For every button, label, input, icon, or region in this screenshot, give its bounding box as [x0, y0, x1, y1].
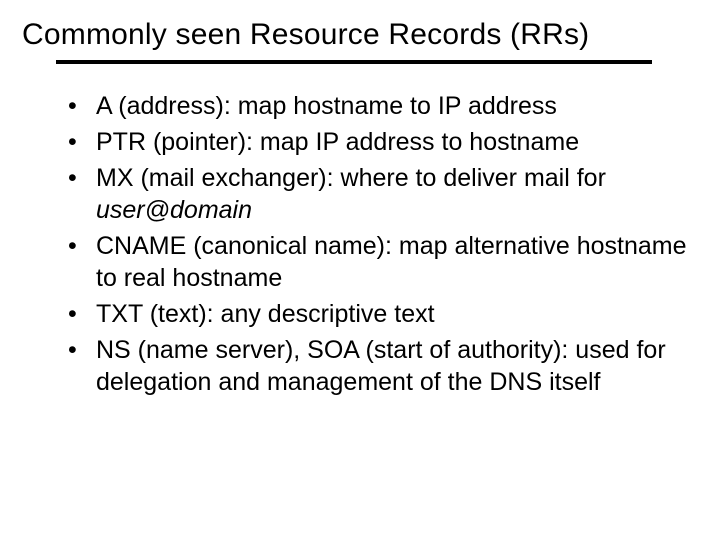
list-item: NS (name server), SOA (start of authorit…: [68, 334, 698, 398]
title-underline: [56, 60, 652, 64]
list-item: A (address): map hostname to IP address: [68, 90, 698, 122]
list-item: PTR (pointer): map IP address to hostnam…: [68, 126, 698, 158]
slide-title: Commonly seen Resource Records (RRs): [22, 18, 698, 52]
bullet-text: TXT (text): any descriptive text: [96, 300, 435, 328]
bullet-list: A (address): map hostname to IP address …: [68, 90, 698, 398]
bullet-text-italic: user@domain: [96, 196, 252, 224]
bullet-text: PTR (pointer): map IP address to hostnam…: [96, 128, 579, 156]
bullet-text: MX (mail exchanger): where to deliver ma…: [96, 164, 606, 192]
list-item: TXT (text): any descriptive text: [68, 298, 698, 330]
list-item: CNAME (canonical name): map alternative …: [68, 230, 698, 294]
bullet-text: A (address): map hostname to IP address: [96, 92, 557, 120]
slide: Commonly seen Resource Records (RRs) A (…: [0, 0, 720, 540]
list-item: MX (mail exchanger): where to deliver ma…: [68, 162, 698, 226]
bullet-text: CNAME (canonical name): map alternative …: [96, 232, 687, 292]
bullet-text: NS (name server), SOA (start of authorit…: [96, 336, 666, 396]
